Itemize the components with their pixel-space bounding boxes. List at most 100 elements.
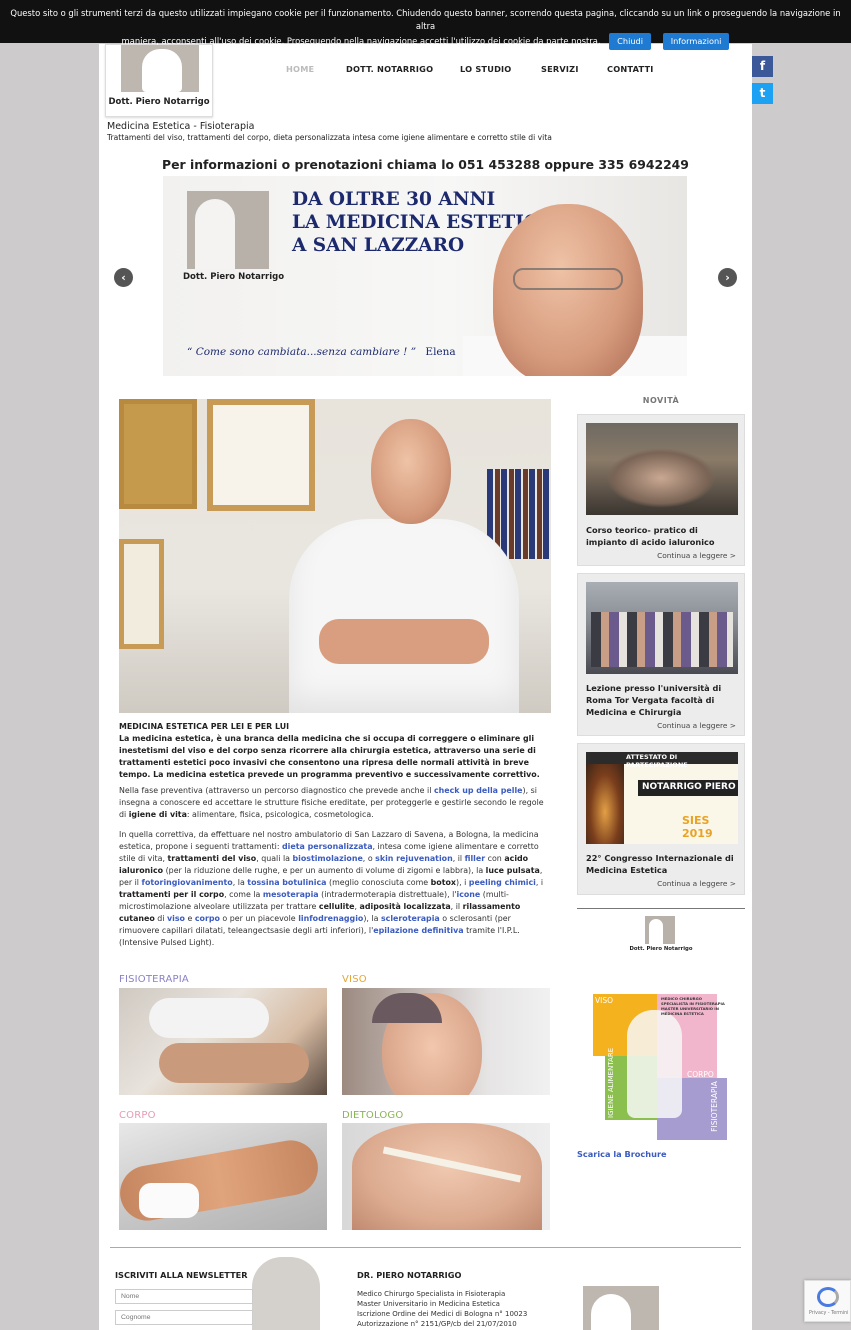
cert-event: SIES 2019 bbox=[682, 814, 713, 840]
treatment-link[interactable]: scleroterapia bbox=[381, 914, 440, 923]
news-card-1-image[interactable] bbox=[586, 423, 738, 515]
news-card-2-image[interactable] bbox=[586, 582, 738, 674]
treatment-bold: trattamenti del viso bbox=[167, 854, 257, 863]
brochure-header-text: MEDICO CHIRURGO SPECIALISTA IN FISIOTERA… bbox=[661, 996, 725, 1016]
hero-quote: “ Come sono cambiata...senza cambiare ! … bbox=[187, 346, 456, 358]
paragraph-text: , o bbox=[362, 854, 376, 863]
tagline-subtitle: Trattamenti del viso, trattamenti del co… bbox=[107, 133, 552, 142]
footer-line-4: Autorizzazione n° 2151/GP/cb del 21/07/2… bbox=[357, 1320, 517, 1328]
news-card-3-image[interactable]: ATTESTATO DI PARTECIPAZIONE NOTARRIGO PI… bbox=[586, 752, 738, 844]
news-card-3-more-link[interactable]: Continua a leggere > bbox=[657, 879, 736, 888]
nav-lo-studio[interactable]: LO STUDIO bbox=[460, 64, 511, 74]
hero-quote-author: Elena bbox=[425, 346, 456, 358]
treatment-link[interactable]: icone bbox=[457, 890, 481, 899]
treatment-link[interactable]: tossina botulinica bbox=[247, 878, 326, 887]
nav-dott-notarrigo[interactable]: DOTT. NOTARRIGO bbox=[346, 64, 433, 74]
site-logo[interactable]: Dott. Piero Notarrigo bbox=[105, 44, 213, 117]
news-card-1[interactable]: Corso teorico- pratico di impianto di ac… bbox=[577, 414, 745, 566]
hero-glasses bbox=[513, 268, 623, 290]
recaptcha-badge[interactable]: Privacy - Termini bbox=[804, 1280, 851, 1322]
intro-paragraph-3: In quella correttiva, da effettuare nel … bbox=[119, 829, 551, 949]
contact-phone-strip: Per informazioni o prenotazioni chiama l… bbox=[162, 157, 689, 172]
treatment-link[interactable]: filler bbox=[465, 854, 486, 863]
twitter-icon[interactable]: t bbox=[752, 83, 773, 104]
treatment-link[interactable]: dieta personalizzata bbox=[282, 842, 373, 851]
category-fisioterapia-label[interactable]: FISIOTERAPIA bbox=[119, 974, 189, 985]
paragraph-text: , il bbox=[450, 902, 463, 911]
news-card-3[interactable]: ATTESTATO DI PARTECIPAZIONE NOTARRIGO PI… bbox=[577, 743, 745, 895]
hero-logo-name: Dott. Piero Notarrigo bbox=[183, 272, 285, 282]
sidebar-logo-mark bbox=[645, 916, 675, 944]
treatment-link[interactable]: peeling chimici bbox=[469, 878, 536, 887]
hero-logo-mark bbox=[187, 191, 269, 269]
logo-mark bbox=[121, 45, 199, 92]
cookie-close-button[interactable]: Chiudi bbox=[609, 33, 652, 50]
cert-title: ATTESTATO DI PARTECIPAZIONE bbox=[626, 753, 688, 769]
category-corpo-image[interactable] bbox=[119, 1123, 327, 1230]
facebook-icon[interactable]: f bbox=[752, 56, 773, 77]
treatment-link[interactable]: viso bbox=[167, 914, 185, 923]
hero-title-line1: DA OLTRE 30 ANNI bbox=[292, 189, 496, 210]
newsletter-name-input[interactable] bbox=[115, 1289, 253, 1304]
treatment-link[interactable]: corpo bbox=[195, 914, 220, 923]
treatment-bold: botox bbox=[430, 878, 456, 887]
brochure-fisioterapia: FISIOTERAPIA bbox=[709, 1081, 719, 1132]
category-fisioterapia-image[interactable] bbox=[119, 988, 327, 1095]
treatment-bold: adiposità localizzata bbox=[359, 902, 451, 911]
treatment-bold: luce pulsata bbox=[485, 866, 540, 875]
paragraph-text: e bbox=[184, 914, 195, 923]
news-card-2[interactable]: Lezione presso l'università di Roma Tor … bbox=[577, 573, 745, 736]
treatment-link[interactable]: fotoringiovanimento bbox=[142, 878, 233, 887]
hero-slider[interactable]: Dott. Piero Notarrigo DA OLTRE 30 ANNI L… bbox=[163, 176, 687, 376]
p2-bold: igiene di vita bbox=[128, 810, 187, 819]
nav-home[interactable]: HOME bbox=[286, 64, 314, 74]
treatment-link[interactable]: mesoterapia bbox=[263, 890, 319, 899]
category-dietologo-label[interactable]: DIETOLOGO bbox=[342, 1110, 403, 1121]
footer-line-1: Medico Chirurgo Specialista in Fisiotera… bbox=[357, 1290, 506, 1298]
nav-contatti[interactable]: CONTATTI bbox=[607, 64, 653, 74]
check-up-link[interactable]: check up della pelle bbox=[434, 786, 523, 795]
paragraph-text: ), i bbox=[456, 878, 469, 887]
footer-doctor-title: DR. PIERO NOTARRIGO bbox=[357, 1270, 462, 1280]
sidebar-logo-name: Dott. Piero Notarrigo bbox=[629, 946, 693, 952]
footer-line-3: Iscrizione Ordine dei Medici di Bologna … bbox=[357, 1310, 528, 1318]
cookie-banner: Questo sito o gli strumenti terzi da que… bbox=[0, 0, 851, 50]
newsletter-title: ISCRIVITI ALLA NEWSLETTER bbox=[115, 1270, 248, 1280]
paragraph-text: (meglio conosciuta come bbox=[326, 878, 431, 887]
slider-prev-button[interactable]: ‹ bbox=[114, 268, 133, 287]
brochure-download-link[interactable]: Scarica la Brochure bbox=[577, 1149, 667, 1159]
nav-servizi[interactable]: SERVIZI bbox=[541, 64, 579, 74]
hero-doctor-photo bbox=[493, 204, 643, 376]
treatment-link[interactable]: epilazione definitiva bbox=[373, 926, 463, 935]
news-card-2-more-link[interactable]: Continua a leggere > bbox=[657, 721, 736, 730]
brochure-graphic[interactable]: VISO CORPO MEDICO CHIRURGO SPECIALISTA I… bbox=[593, 994, 728, 1140]
cookie-info-button[interactable]: Informazioni bbox=[662, 33, 730, 50]
treatment-link[interactable]: linfodrenaggio bbox=[298, 914, 363, 923]
footer-divider bbox=[110, 1247, 741, 1248]
brochure-viso: VISO bbox=[595, 996, 614, 1005]
slider-next-button[interactable]: › bbox=[718, 268, 737, 287]
news-card-3-title[interactable]: 22° Congresso Internazionale di Medicina… bbox=[586, 852, 741, 876]
paragraph-text: , quali la bbox=[256, 854, 293, 863]
paragraph-text: , i bbox=[535, 878, 544, 887]
news-card-1-more-link[interactable]: Continua a leggere > bbox=[657, 551, 736, 560]
logo-name: Dott. Piero Notarrigo bbox=[108, 97, 210, 107]
hero-quote-text: “ Come sono cambiata...senza cambiare ! … bbox=[187, 346, 417, 358]
treatment-bold: trattamenti per il corpo bbox=[119, 890, 225, 899]
footer-silhouette bbox=[252, 1257, 320, 1330]
paragraph-text: o per un piacevole bbox=[219, 914, 299, 923]
treatment-link[interactable]: biostimolazione bbox=[292, 854, 362, 863]
treatment-link[interactable]: skin rejuvenation bbox=[375, 854, 453, 863]
category-dietologo-image[interactable] bbox=[342, 1123, 550, 1230]
paragraph-text: , come la bbox=[224, 890, 263, 899]
doctor-office-photo bbox=[119, 399, 551, 713]
intro-heading: MEDICINA ESTETICA PER LEI E PER LUI bbox=[119, 722, 290, 731]
category-viso-label[interactable]: VISO bbox=[342, 974, 367, 985]
news-card-1-title[interactable]: Corso teorico- pratico di impianto di ac… bbox=[586, 524, 741, 548]
news-card-2-title[interactable]: Lezione presso l'università di Roma Tor … bbox=[586, 682, 741, 718]
newsletter-surname-input[interactable] bbox=[115, 1310, 253, 1325]
intro-bold-paragraph: La medicina estetica, è una branca della… bbox=[119, 734, 540, 779]
category-viso-image[interactable] bbox=[342, 988, 550, 1095]
category-corpo-label[interactable]: CORPO bbox=[119, 1110, 156, 1121]
brochure-corpo: CORPO bbox=[687, 1070, 714, 1079]
